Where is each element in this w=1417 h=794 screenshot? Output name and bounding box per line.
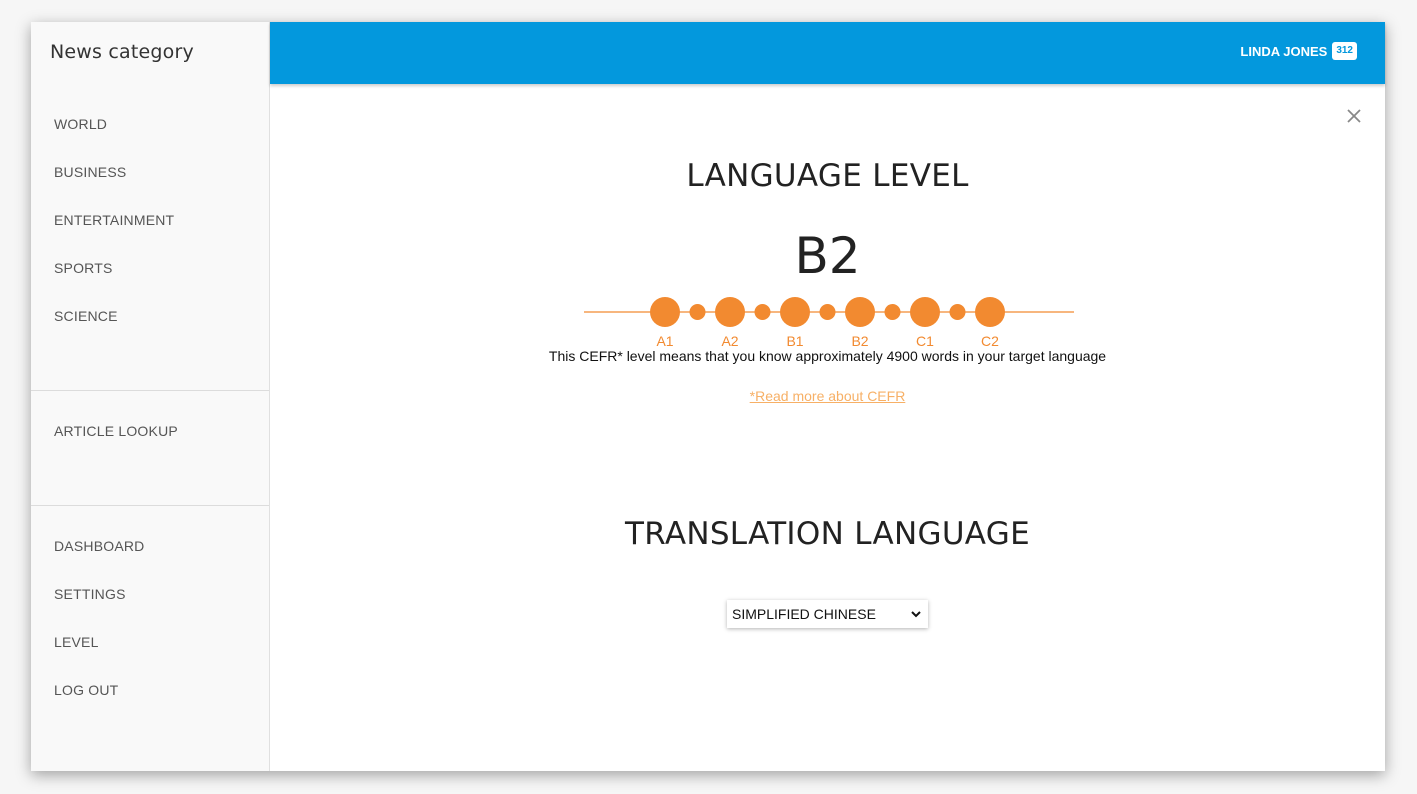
sidebar-divider xyxy=(31,390,269,391)
chevron-down-icon xyxy=(911,611,921,618)
sidebar-item-science[interactable]: SCIENCE xyxy=(54,308,118,324)
level-dot-a1[interactable] xyxy=(650,297,680,327)
level-label: A1 xyxy=(656,333,673,349)
level-description: This CEFR* level means that you know app… xyxy=(548,348,1107,364)
level-label: C1 xyxy=(916,333,934,349)
level-dot-b1[interactable] xyxy=(780,297,810,327)
sidebar: News category WORLD BUSINESS ENTERTAINME… xyxy=(31,22,270,771)
sidebar-title: News category xyxy=(50,41,194,63)
level-dot-c2[interactable] xyxy=(975,297,1005,327)
sublevel-dot[interactable] xyxy=(754,304,771,320)
translation-language-select[interactable]: SIMPLIFIED CHINESE xyxy=(727,600,928,628)
app-window: News category WORLD BUSINESS ENTERTAINME… xyxy=(31,22,1385,771)
sublevel-dot[interactable] xyxy=(884,304,901,320)
language-level-title: LANGUAGE LEVEL xyxy=(686,158,969,194)
sidebar-item-dashboard[interactable]: DASHBOARD xyxy=(54,538,144,554)
sidebar-item-world[interactable]: WORLD xyxy=(54,116,107,132)
level-dot-c1[interactable] xyxy=(910,297,940,327)
read-more-cefr-link[interactable]: *Read more about CEFR xyxy=(270,388,1385,404)
current-level: B2 xyxy=(794,227,861,285)
points-badge: 312 xyxy=(1332,42,1357,60)
user-menu[interactable]: LINDA JONES 312 xyxy=(1240,42,1357,60)
translation-language-title: TRANSLATION LANGUAGE xyxy=(625,516,1030,552)
sidebar-divider xyxy=(31,505,269,506)
sidebar-item-log-out[interactable]: LOG OUT xyxy=(54,682,118,698)
sublevel-dot[interactable] xyxy=(689,304,706,320)
top-bar: LINDA JONES 312 xyxy=(270,22,1385,84)
level-label: B2 xyxy=(851,333,868,349)
sidebar-item-entertainment[interactable]: ENTERTAINMENT xyxy=(54,212,174,228)
sidebar-item-level[interactable]: LEVEL xyxy=(54,634,99,650)
sublevel-dot[interactable] xyxy=(819,304,836,320)
user-name: LINDA JONES xyxy=(1240,43,1328,59)
translation-language-value: SIMPLIFIED CHINESE xyxy=(732,606,876,622)
level-label: A2 xyxy=(721,333,738,349)
level-label: B1 xyxy=(786,333,803,349)
sublevel-dot[interactable] xyxy=(949,304,966,320)
level-dot-a2[interactable] xyxy=(715,297,745,327)
cefr-level-scale: A1 A2 B1 B2 C1 C2 xyxy=(584,297,1074,349)
sidebar-item-business[interactable]: BUSINESS xyxy=(54,164,126,180)
sidebar-item-sports[interactable]: SPORTS xyxy=(54,260,113,276)
level-dot-b2[interactable] xyxy=(845,297,875,327)
level-panel: LANGUAGE LEVEL B2 A1 A2 B1 B2 C1 C2 This CEFR… xyxy=(270,84,1385,771)
level-label: C2 xyxy=(981,333,999,349)
sidebar-item-settings[interactable]: SETTINGS xyxy=(54,586,126,602)
sidebar-item-article-lookup[interactable]: ARTICLE LOOKUP xyxy=(54,423,178,439)
